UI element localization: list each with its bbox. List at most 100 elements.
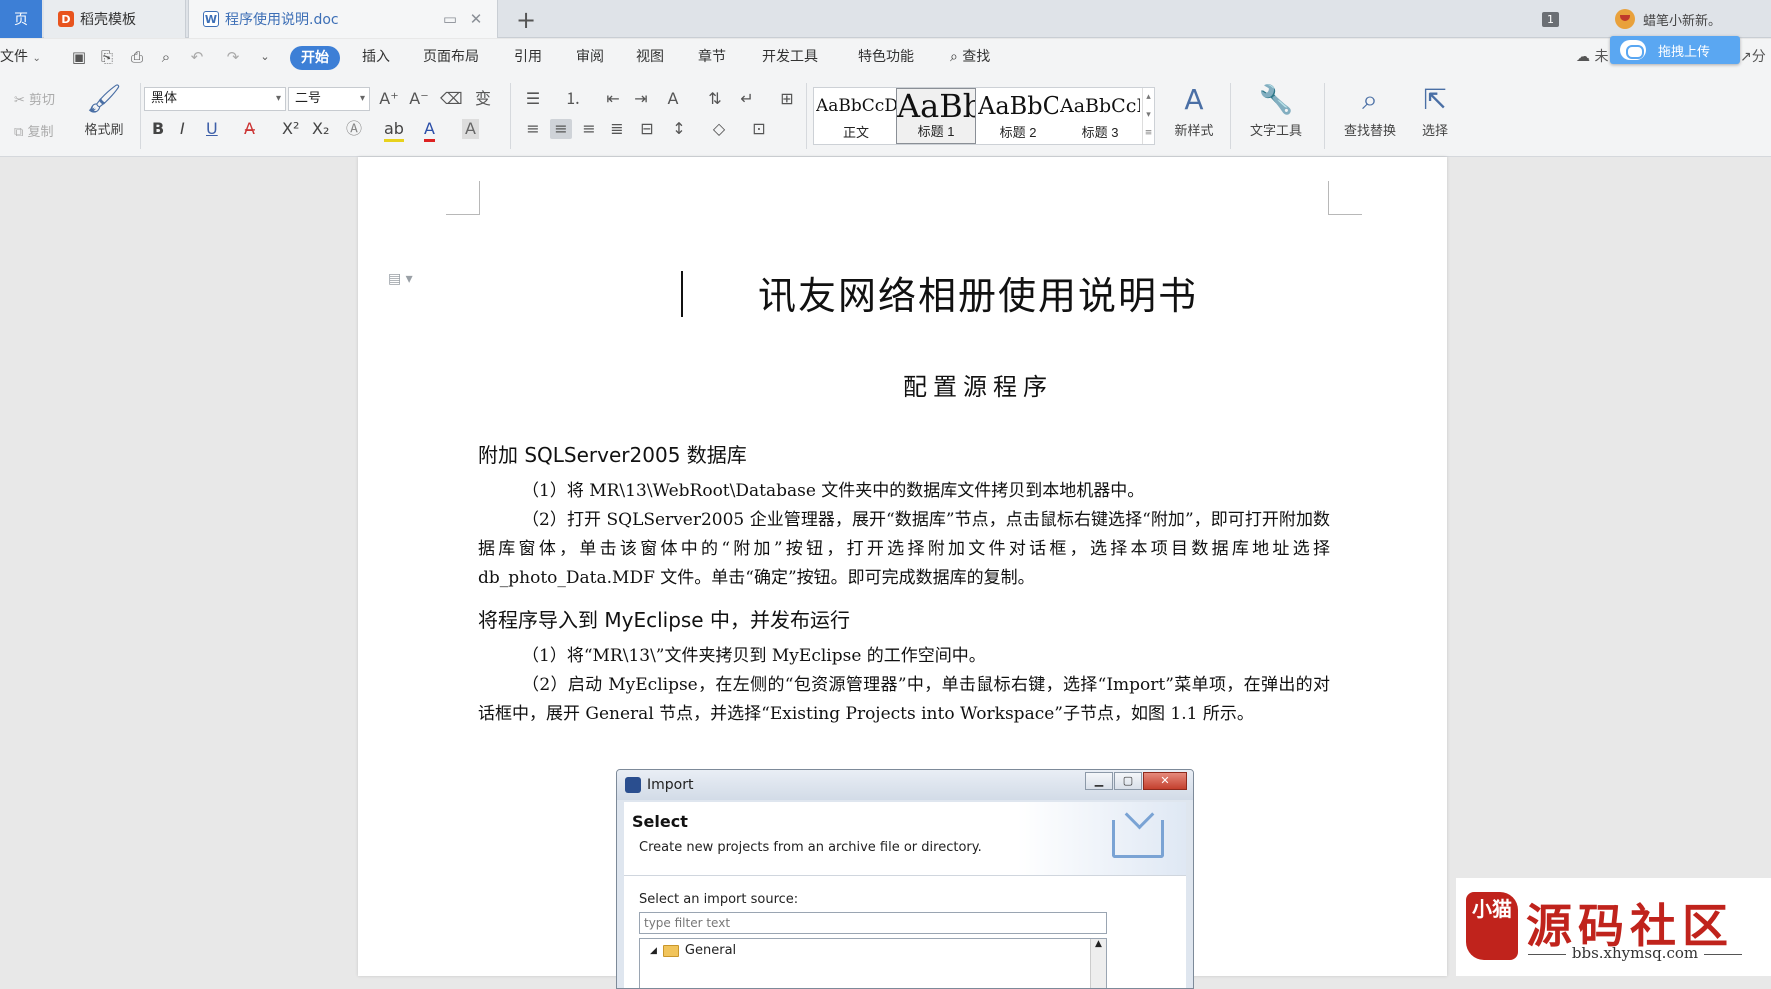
export-icon[interactable]: ⎘ (98, 49, 116, 65)
undo-icon[interactable]: ↶ (188, 49, 206, 65)
magnifier-icon: ⌕ (1362, 83, 1378, 116)
line-spacing-icon[interactable]: ↕ (668, 119, 690, 139)
table-layout-icon[interactable]: ⊞ (776, 89, 798, 109)
menu-file[interactable]: 文件 ⌄ (0, 39, 41, 75)
phonetic-icon[interactable]: 变 (472, 89, 494, 109)
new-style-button[interactable]: A 新样式 (1164, 84, 1224, 140)
numbered-list-icon[interactable]: ⒈ (562, 89, 584, 109)
line-break-icon[interactable]: ↵ (736, 89, 758, 109)
style-heading-2-sample: AaBbC (978, 92, 1058, 120)
shading-icon[interactable]: ◇ (708, 119, 730, 139)
document-page[interactable]: ▤ ▾ 讯友网络相册使用说明书 配置源程序 附加 SQLServer2005 数… (358, 157, 1447, 989)
find-replace-button[interactable]: ⌕ 查找替换 (1334, 83, 1406, 140)
char-shading-icon[interactable]: A (462, 119, 479, 139)
document-title[interactable]: 讯友网络相册使用说明书 (678, 265, 1278, 320)
style-normal-sample: AaBbCcDd (816, 96, 896, 116)
tab-document[interactable]: W 程序使用说明.doc ▭ ✕ (188, 0, 498, 38)
copy-button[interactable]: ⧉ 复制 (14, 121, 53, 140)
border-icon[interactable]: ⊡ (748, 119, 770, 139)
paragraph[interactable]: （1）将“MR\13\”文件夹拷贝到 MyEclipse 的工作空间中。 (478, 642, 1330, 671)
window-count[interactable]: 1 (1542, 0, 1581, 38)
ribbon-divider (1324, 83, 1325, 149)
font-color-icon[interactable]: A (424, 119, 435, 142)
new-tab-button[interactable]: + (516, 6, 536, 34)
align-center-icon[interactable]: ≡ (550, 119, 572, 139)
chinese-layout-icon[interactable]: A (662, 89, 684, 109)
document-subtitle[interactable]: 配置源程序 (678, 367, 1278, 402)
dialog-body: Select Create new projects from an archi… (624, 802, 1186, 988)
copy-icon: ⧉ (14, 125, 24, 140)
tab-template-label: 稻壳模板 (80, 12, 136, 28)
window-count-badge: 1 (1542, 11, 1559, 27)
strikethrough-icon[interactable]: A̶ (244, 119, 255, 139)
font-name-select[interactable]: 黑体 (144, 87, 286, 111)
save-icon[interactable]: ▣ (70, 49, 88, 65)
text-effect-icon[interactable]: Ⓐ (346, 119, 362, 139)
cut-button[interactable]: ✂ 剪切 (14, 89, 55, 108)
bold-icon[interactable]: B (152, 119, 164, 139)
style-heading-3[interactable]: AaBbCcI 标题 3 (1060, 88, 1140, 144)
menu-start[interactable]: 开始 (290, 46, 340, 70)
paragraph[interactable]: （2）启动 MyEclipse，在左侧的“包资源管理器”中，单击鼠标右键，选择“… (478, 671, 1330, 729)
superscript-icon[interactable]: X² (282, 119, 299, 139)
print-preview-icon[interactable]: ⌕ (157, 49, 175, 65)
cursor-icon: ⇱ (1423, 83, 1447, 116)
sort-icon[interactable]: ⇅ (704, 89, 726, 109)
cloud-icon: ☁ (1576, 49, 1590, 65)
menu-references[interactable]: 引用 (514, 39, 542, 75)
italic-icon[interactable]: I (180, 119, 185, 139)
embedded-import-dialog-image[interactable]: Import ▁ ▢ ✕ Select Create new projects … (616, 769, 1194, 989)
subscript-icon[interactable]: X₂ (312, 119, 329, 139)
drag-upload-button[interactable]: 拖拽上传 (1610, 36, 1740, 64)
new-style-label: 新样式 (1174, 124, 1214, 139)
close-tab-icon[interactable]: ✕ (467, 10, 485, 28)
menu-search[interactable]: ⌕ 查找 (950, 39, 990, 75)
share-button[interactable]: ↗分 (1740, 39, 1766, 75)
style-heading-1[interactable]: AaBb 标题 1 (896, 88, 976, 144)
menu-chapter[interactable]: 章节 (698, 39, 726, 75)
print-icon[interactable]: ⎙ (128, 49, 146, 65)
align-right-icon[interactable]: ≡ (578, 119, 600, 139)
menu-insert[interactable]: 插入 (362, 39, 390, 75)
align-left-icon[interactable]: ≡ (522, 119, 544, 139)
paragraph[interactable]: （2）打开 SQLServer2005 企业管理器，展开“数据库”节点，点击鼠标… (478, 506, 1330, 593)
font-size-select[interactable]: 二号 (288, 87, 370, 111)
format-painter-button[interactable]: 🖌 格式刷 (78, 83, 130, 139)
watermark-url: bbs.xhymsq.com (1520, 944, 1750, 962)
float-window-icon[interactable]: ▭ (441, 10, 459, 28)
cloud-sync[interactable]: ☁ 未 (1576, 39, 1608, 75)
redo-icon[interactable]: ↷ (224, 49, 242, 65)
clear-format-icon[interactable]: ⌫ (440, 89, 463, 109)
select-button[interactable]: ⇱ 选择 (1410, 83, 1460, 140)
tab-home[interactable]: 页 (0, 0, 42, 38)
quick-access-more-icon[interactable]: ⌄ (256, 49, 274, 65)
distribute-icon[interactable]: ⊟ (636, 119, 658, 139)
underline-icon[interactable]: U (206, 119, 218, 139)
paragraph[interactable]: （1）将 MR\13\WebRoot\Database 文件夹中的数据库文件拷贝… (478, 477, 1330, 506)
menu-bar: 文件 ⌄ ▣ ⎘ ⎙ ⌕ ↶ ↷ ⌄ 开始 插入 页面布局 引用 审阅 视图 章… (0, 39, 1771, 75)
increase-indent-icon[interactable]: ⇥ (630, 89, 652, 109)
justify-icon[interactable]: ≣ (606, 119, 628, 139)
tab-template[interactable]: D 稻壳模板 (44, 0, 186, 38)
menu-view[interactable]: 视图 (636, 39, 664, 75)
bullet-list-icon[interactable]: ☰ (522, 89, 544, 109)
menu-layout[interactable]: 页面布局 (423, 39, 479, 75)
style-gallery: AaBbCcDd 正文 AaBb 标题 1 AaBbC 标题 2 AaBbCcI… (813, 87, 1155, 145)
menu-features[interactable]: 特色功能 (858, 39, 914, 75)
menu-review[interactable]: 审阅 (576, 39, 604, 75)
section-heading[interactable]: 附加 SQLServer2005 数据库 (478, 439, 747, 468)
user-name: 蜡笔小新新。 (1642, 13, 1721, 29)
style-heading-2[interactable]: AaBbC 标题 2 (978, 88, 1058, 144)
section-heading[interactable]: 将程序导入到 MyEclipse 中，并发布运行 (478, 604, 850, 633)
text-tools-button[interactable]: 🔧 文字工具 (1240, 84, 1312, 140)
decrease-indent-icon[interactable]: ⇤ (602, 89, 624, 109)
shrink-font-icon[interactable]: A⁻ (408, 89, 430, 109)
document-workspace[interactable]: ▤ ▾ 讯友网络相册使用说明书 配置源程序 附加 SQLServer2005 数… (0, 157, 1771, 989)
menu-developer[interactable]: 开发工具 (762, 39, 818, 75)
paragraph-handle-icon[interactable]: ▤ ▾ (388, 271, 413, 287)
user-account[interactable]: 蜡笔小新新。 (1614, 0, 1721, 38)
style-gallery-scroll[interactable]: ▴ ▾ ≡ (1142, 88, 1154, 144)
highlight-icon[interactable]: ab (384, 119, 404, 142)
style-normal[interactable]: AaBbCcDd 正文 (816, 88, 896, 144)
grow-font-icon[interactable]: A⁺ (378, 89, 400, 109)
